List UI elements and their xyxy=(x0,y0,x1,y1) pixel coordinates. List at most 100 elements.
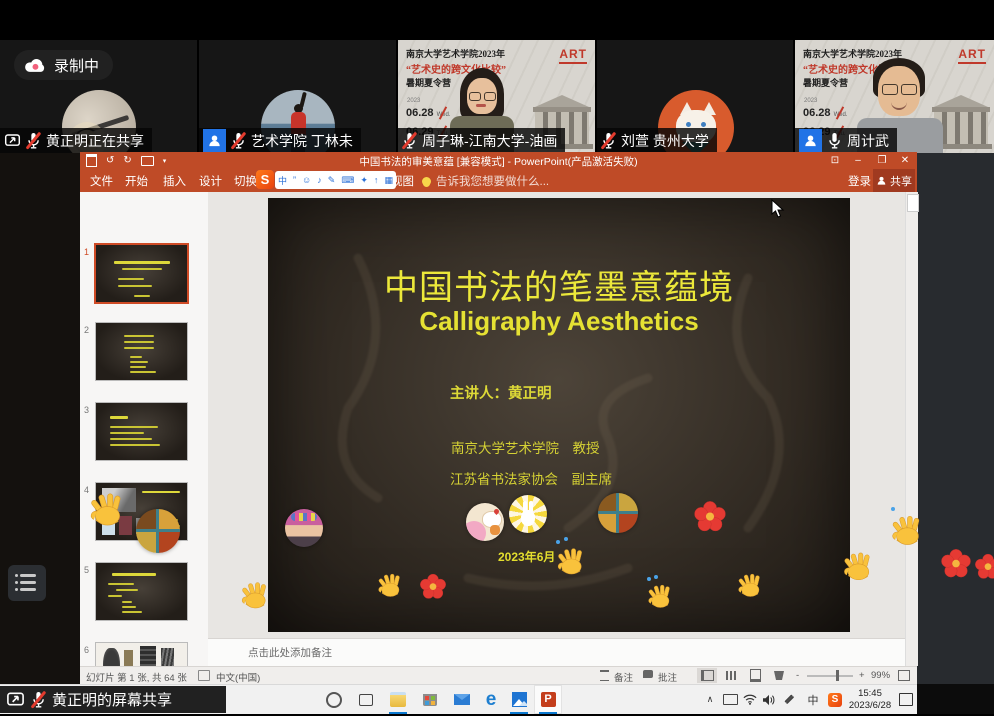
sogou-emoji-icon[interactable]: ☺ xyxy=(302,175,311,185)
share-button[interactable]: 共享 xyxy=(873,169,915,192)
sogou-ime-logo-icon[interactable]: S xyxy=(256,170,274,189)
bottom-right-filler xyxy=(917,684,994,716)
clap-emoji xyxy=(86,488,128,530)
recording-indicator: 录制中 xyxy=(14,50,113,80)
slide-thumbnail-2[interactable] xyxy=(96,323,187,380)
slide-thumbnail-3[interactable] xyxy=(96,403,187,460)
sogou-keyboard-icon[interactable]: ⌨ xyxy=(341,175,354,186)
sogou-ime-toolbar[interactable]: 中 ” ☺ ♪ ✎ ⌨ ✦ ↑ ▦ xyxy=(275,171,396,189)
normal-view-button[interactable] xyxy=(697,668,717,683)
video-tile-zhouzilin[interactable]: 南京大学艺术学院2023年 “艺术史的跨文化比较” 暑期夏令营 2023 06.… xyxy=(398,40,595,153)
mic-muted-icon xyxy=(402,132,417,150)
ppt-status-bar: 幻灯片 第 1 张, 共 64 张 中文(中国) 备注 批注 - + 99% xyxy=(80,666,917,684)
speaker-icon[interactable] xyxy=(760,685,778,714)
participant-name: 周子琳-江南大学-油画 xyxy=(422,131,557,151)
window-title: 中国书法的审美意蕴 [兼容模式] - PowerPoint(产品激活失败) xyxy=(80,154,917,169)
thumb-number: 1 xyxy=(84,247,89,257)
clap-emoji xyxy=(238,578,272,612)
tab-insert[interactable]: 插入 xyxy=(163,173,186,189)
recording-label: 录制中 xyxy=(54,55,99,76)
slide-sorter-view-button[interactable] xyxy=(721,668,741,683)
zoom-slider-thumb[interactable] xyxy=(836,670,839,681)
sogou-tray-icon[interactable]: S xyxy=(826,685,844,714)
zoom-in-button[interactable]: + xyxy=(859,670,865,681)
mouse-cursor xyxy=(771,199,785,219)
taskbar-clock[interactable]: 15:452023/6/28 xyxy=(846,685,894,714)
slide-title: 中国书法的笔墨意蕴境 xyxy=(268,260,850,309)
video-tile-liuxuan[interactable]: 刘萱 贵州大学 xyxy=(597,40,793,153)
tab-transitions[interactable]: 切换 xyxy=(234,173,257,189)
participant-label: 刘萱 贵州大学 xyxy=(597,128,717,153)
slideshow-view-button[interactable] xyxy=(769,668,789,683)
poster-line1: 南京大学艺术学院2023年 xyxy=(406,47,505,60)
clap-emoji xyxy=(645,581,675,611)
tab-home[interactable]: 开始 xyxy=(125,173,148,189)
ime-language-indicator[interactable]: 中 xyxy=(804,685,822,714)
touch-keyboard-icon[interactable] xyxy=(721,685,739,714)
tab-design[interactable]: 设计 xyxy=(199,173,222,189)
mic-muted-icon xyxy=(601,132,616,150)
video-tile-dinglinwei[interactable]: 艺术学院 丁林未 xyxy=(199,40,396,153)
sogou-punct-icon[interactable]: ” xyxy=(293,175,296,185)
comments-toggle[interactable]: 批注 xyxy=(658,670,677,684)
notes-toggle[interactable]: 备注 xyxy=(614,670,633,684)
mail-icon[interactable] xyxy=(448,685,476,714)
notes-pane[interactable]: 点击此处添加备注 xyxy=(208,638,905,666)
powerpoint-taskbar-icon[interactable]: P xyxy=(534,685,562,714)
sogou-tools-icon[interactable]: ✦ xyxy=(360,175,368,186)
microsoft-store-icon[interactable] xyxy=(416,685,444,714)
slide-thumbnail-5[interactable] xyxy=(96,563,187,620)
minimize-button[interactable]: – xyxy=(848,152,868,169)
video-tile-zhoujiwu[interactable]: 南京大学艺术学院2023年 “艺术史的跨文化比较” 暑期夏令营 2023 06.… xyxy=(795,40,994,153)
slide-subtitle: Calligraphy Aesthetics xyxy=(268,306,850,337)
sogou-grid-icon[interactable]: ▦ xyxy=(384,175,393,186)
wifi-icon[interactable] xyxy=(741,685,759,714)
tab-file[interactable]: 文件 xyxy=(90,173,113,189)
zoom-slider-track[interactable] xyxy=(807,675,853,677)
participant-list-toggle-icon[interactable] xyxy=(8,565,46,601)
sogou-pen-icon[interactable]: ✎ xyxy=(328,175,336,186)
restore-button[interactable]: ❐ xyxy=(872,152,892,169)
close-button[interactable]: ✕ xyxy=(895,152,915,169)
task-view-icon[interactable] xyxy=(352,685,380,714)
right-background xyxy=(917,153,994,684)
slide-counter: 幻灯片 第 1 张, 共 64 张 xyxy=(86,670,187,684)
reaction-avatar-child xyxy=(285,509,323,547)
sogou-skin-icon[interactable]: ↑ xyxy=(374,175,379,185)
photos-icon[interactable] xyxy=(505,685,533,714)
mic-muted-icon xyxy=(31,691,46,709)
action-center-icon[interactable] xyxy=(896,685,916,714)
zoom-out-button[interactable]: - xyxy=(796,670,799,681)
flower-emoji xyxy=(693,500,727,534)
thumb-number: 6 xyxy=(84,645,89,655)
spellcheck-icon[interactable] xyxy=(198,670,210,681)
slide-affiliation-1: 南京大学艺术学院 教授 xyxy=(451,437,600,457)
pen-settings-icon[interactable] xyxy=(781,685,799,714)
participant-name: 周计武 xyxy=(847,131,889,151)
participant-label: 黄正明正在共享 xyxy=(0,128,152,153)
zoom-level[interactable]: 99% xyxy=(871,670,890,681)
sogou-voice-icon[interactable]: ♪ xyxy=(317,175,322,185)
tell-me-box[interactable]: 告诉我您想要做什么... xyxy=(422,173,549,189)
language-indicator[interactable]: 中文(中国) xyxy=(216,670,260,684)
vertical-scrollbar[interactable] xyxy=(905,192,918,666)
person-badge-icon xyxy=(203,129,226,152)
scrollbar-thumb[interactable] xyxy=(907,194,919,212)
sign-in-button[interactable]: 登录 xyxy=(848,173,871,189)
clap-emoji xyxy=(735,570,765,600)
file-explorer-icon[interactable] xyxy=(384,685,412,714)
notes-toggle-icon xyxy=(600,670,609,681)
poster-line3: 暑期夏令营 xyxy=(406,76,451,89)
fit-slide-to-window-icon[interactable] xyxy=(898,670,910,681)
share-person-icon xyxy=(876,175,887,186)
flower-emoji xyxy=(974,553,994,581)
search-icon[interactable] xyxy=(320,685,348,714)
edge-icon[interactable]: e xyxy=(477,685,505,714)
reaction-avatar-rabbit xyxy=(509,495,547,533)
tray-expand-icon[interactable]: ∧ xyxy=(702,685,718,714)
clap-emoji xyxy=(554,544,588,578)
ribbon-options-button[interactable]: ⊡ xyxy=(825,152,845,169)
slide-thumbnail-1[interactable] xyxy=(96,245,187,302)
reading-view-button[interactable] xyxy=(745,668,765,683)
sogou-cn-icon[interactable]: 中 xyxy=(278,174,287,187)
